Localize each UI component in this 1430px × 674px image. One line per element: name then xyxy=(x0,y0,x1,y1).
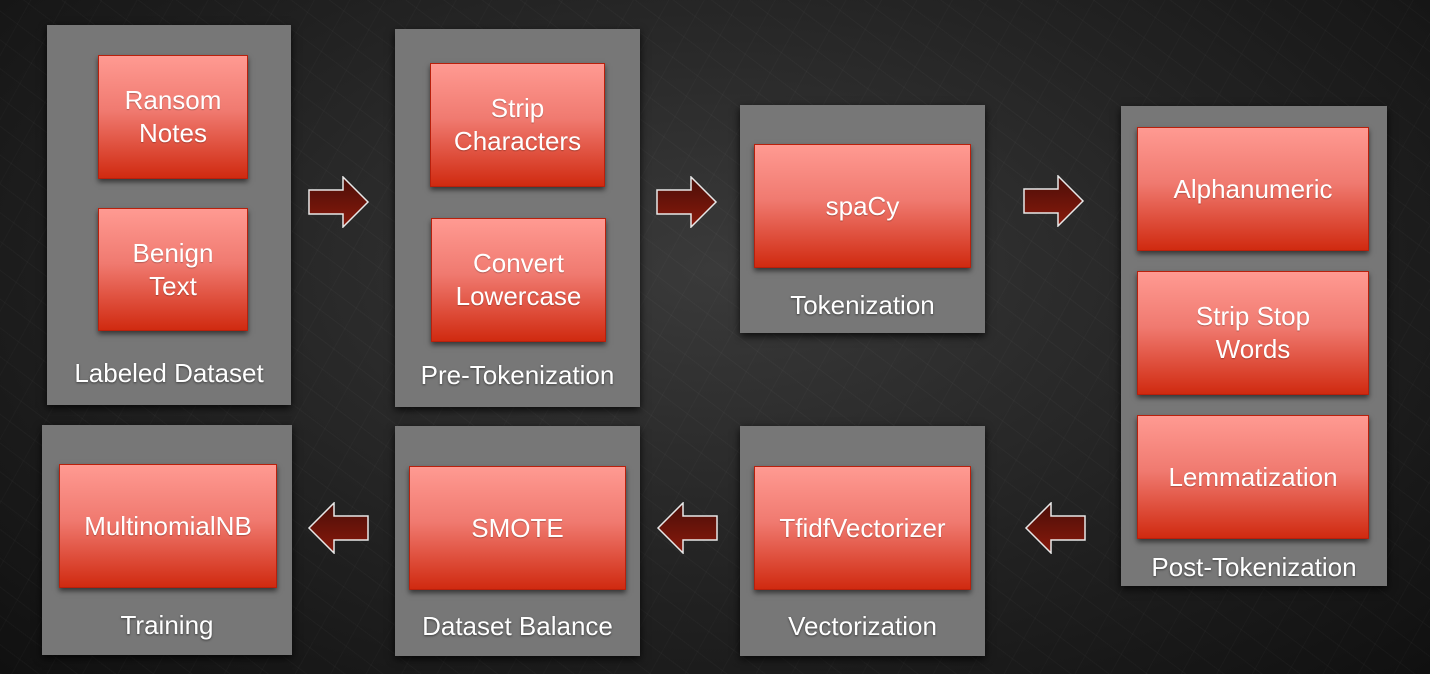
arrow-right-icon xyxy=(1023,175,1085,227)
panel-label: Pre-Tokenization xyxy=(420,360,615,390)
panel-label: Vectorization xyxy=(788,611,937,641)
arrow-right-icon xyxy=(656,176,718,228)
panel-label: Training xyxy=(120,610,214,640)
panel-training: MultinomialNB Training xyxy=(42,425,292,655)
arrow-right-icon xyxy=(308,176,370,228)
panel-label: Dataset Balance xyxy=(422,611,613,641)
panel-vectorization: TfidfVectorizer Vectorization xyxy=(740,426,985,656)
panel-post-tokenization: Alphanumeric Strip Stop Words Lemmatizat… xyxy=(1121,106,1387,586)
panel-dataset-balance: SMOTE Dataset Balance xyxy=(395,426,640,656)
step-smote: SMOTE xyxy=(409,466,626,590)
panel-label: Tokenization xyxy=(790,290,935,320)
step-ransom-notes: Ransom Notes xyxy=(98,55,248,179)
panel-tokenization: spaCy Tokenization xyxy=(740,105,985,333)
arrow-left-icon xyxy=(1024,502,1086,554)
panel-pre-tokenization: Strip Characters Convert Lowercase Pre-T… xyxy=(395,29,640,407)
arrow-left-icon xyxy=(307,502,369,554)
panel-label: Post-Tokenization xyxy=(1151,552,1357,582)
step-tfidfvectorizer: TfidfVectorizer xyxy=(754,466,971,590)
step-strip-stop-words: Strip Stop Words xyxy=(1137,271,1369,395)
step-alphanumeric: Alphanumeric xyxy=(1137,127,1369,251)
panel-label: Labeled Dataset xyxy=(74,358,264,388)
background: Ransom Notes Benign Text Labeled Dataset… xyxy=(0,0,1430,674)
step-spacy: spaCy xyxy=(754,144,971,268)
step-multinomialnb: MultinomialNB xyxy=(59,464,277,588)
step-lemmatization: Lemmatization xyxy=(1137,415,1369,539)
panel-labeled-dataset: Ransom Notes Benign Text Labeled Dataset xyxy=(47,25,291,405)
step-strip-characters: Strip Characters xyxy=(430,63,605,187)
step-convert-lowercase: Convert Lowercase xyxy=(431,218,606,342)
step-benign-text: Benign Text xyxy=(98,208,248,331)
arrow-left-icon xyxy=(656,502,718,554)
